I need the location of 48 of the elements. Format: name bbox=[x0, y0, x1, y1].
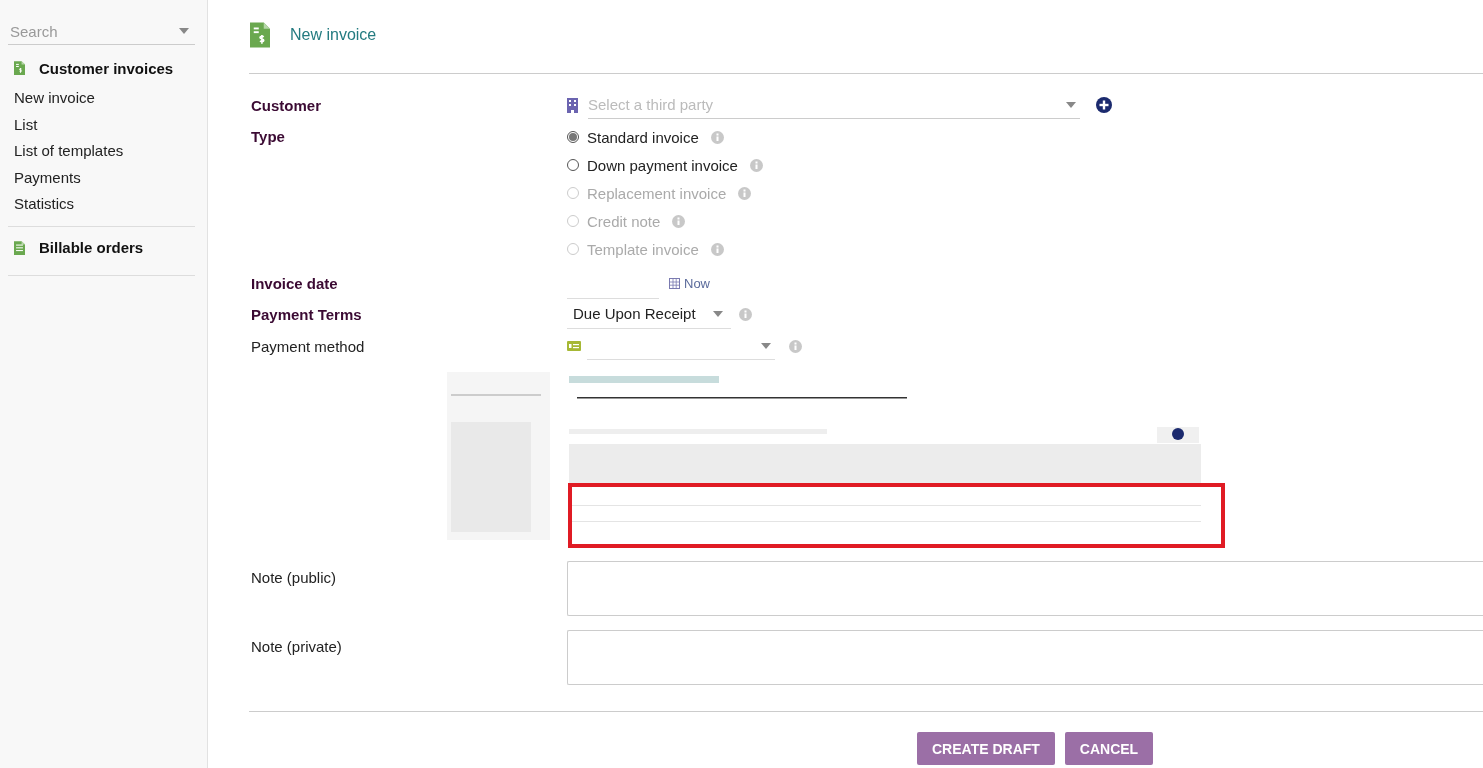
add-icon[interactable] bbox=[1096, 97, 1112, 113]
caret-icon bbox=[761, 342, 771, 349]
radio-button[interactable] bbox=[567, 131, 579, 143]
field-label: Payment method bbox=[250, 337, 366, 355]
invoice-icon bbox=[14, 239, 25, 256]
action-button[interactable]: CREATE DRAFT bbox=[917, 732, 1055, 765]
calendar-icon[interactable] bbox=[669, 278, 680, 289]
sidebar-item[interactable]: Payments bbox=[8, 164, 195, 191]
info-icon bbox=[749, 158, 763, 172]
note-field[interactable] bbox=[567, 561, 1483, 616]
building-icon bbox=[567, 97, 578, 113]
option-label: Down payment invoice bbox=[587, 156, 738, 174]
option-label: Replacement invoice bbox=[587, 184, 727, 202]
field-label: Customer bbox=[250, 96, 322, 114]
now-link[interactable]: Now bbox=[684, 276, 710, 291]
field-label: Invoice date bbox=[250, 275, 339, 292]
info-icon bbox=[710, 242, 724, 256]
payment-icon bbox=[567, 341, 581, 351]
caret-icon bbox=[179, 28, 189, 34]
field-label: Payment Terms bbox=[250, 305, 363, 323]
invoice-icon bbox=[250, 22, 270, 48]
page-title: New invoice bbox=[290, 26, 377, 44]
field-label: Note (public) bbox=[250, 568, 338, 586]
payment-terms-select[interactable]: Due Upon Receipt bbox=[567, 299, 731, 329]
info-icon bbox=[738, 186, 752, 200]
sidebar-heading[interactable]: Customer invoices bbox=[39, 59, 174, 77]
info-icon bbox=[710, 130, 724, 144]
action-button[interactable]: CANCEL bbox=[1064, 732, 1154, 765]
caret-icon bbox=[1066, 101, 1076, 108]
note-field[interactable] bbox=[567, 630, 1483, 685]
radio-button[interactable] bbox=[567, 159, 579, 171]
option-label: Template invoice bbox=[587, 240, 699, 258]
caret-icon bbox=[713, 310, 723, 317]
info-icon bbox=[739, 307, 752, 321]
search-field[interactable]: Search bbox=[10, 22, 160, 40]
option-label: Credit note bbox=[587, 212, 661, 230]
info-icon bbox=[789, 339, 802, 353]
sidebar-heading[interactable]: Billable orders bbox=[39, 239, 144, 256]
field-label: Type bbox=[250, 127, 286, 147]
sidebar-item[interactable]: New invoice bbox=[8, 85, 195, 112]
invoice-icon bbox=[14, 60, 25, 76]
sidebar-item[interactable]: List bbox=[8, 111, 195, 138]
info-icon bbox=[672, 214, 686, 228]
sidebar-item[interactable]: List of templates bbox=[8, 138, 195, 165]
field-label: Note (private) bbox=[250, 637, 343, 655]
third-party-select[interactable]: Select a third party bbox=[588, 96, 1028, 113]
sidebar-item[interactable]: Statistics bbox=[8, 191, 195, 218]
option-label: Standard invoice bbox=[587, 128, 699, 146]
